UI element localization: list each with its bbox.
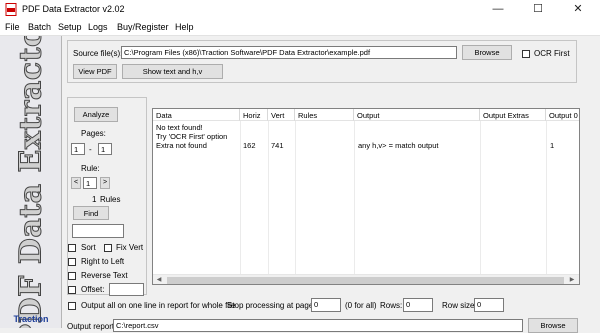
table-cell: any h,v> = match output	[358, 141, 439, 150]
column-header-data[interactable]: Data	[153, 109, 240, 121]
offset-label: Offset:	[81, 285, 105, 294]
rule-prev-button[interactable]: <	[71, 177, 81, 189]
maximize-button[interactable]: ☐	[518, 0, 558, 19]
table-cell: 741	[271, 141, 284, 150]
show-text-button[interactable]: Show text and h,v	[122, 64, 223, 79]
menu-help[interactable]: Help	[175, 22, 194, 32]
column-header-output-extras[interactable]: Output Extras	[480, 109, 546, 121]
rules-label: Rules	[100, 195, 121, 204]
window-title: PDF Data Extractor v2.02	[22, 4, 125, 14]
pages-label: Pages:	[81, 129, 106, 138]
menu-logs[interactable]: Logs	[88, 22, 108, 32]
fix-vert-checkbox[interactable]	[104, 244, 112, 252]
menu-batch[interactable]: Batch	[28, 22, 51, 32]
stop-page-input[interactable]: 0	[311, 298, 341, 312]
column-header-output[interactable]: Output	[354, 109, 480, 121]
output-all-checkbox[interactable]	[68, 302, 76, 310]
column-header-output-0[interactable]: Output 0	[546, 109, 579, 121]
browse-output-button[interactable]: Browse	[528, 318, 578, 333]
rows-label: Rows:	[380, 301, 403, 310]
find-button[interactable]: Find	[73, 206, 109, 220]
rule-next-button[interactable]: >	[100, 177, 110, 189]
column-header-vert[interactable]: Vert	[268, 109, 295, 121]
results-table[interactable]: Data Horiz Vert Rules Output Output Extr…	[152, 108, 580, 285]
rule-label: Rule:	[81, 164, 100, 173]
for-all-hint: (0 for all)	[345, 301, 377, 310]
output-report-input[interactable]: C:\report.csv	[113, 319, 523, 332]
view-pdf-button[interactable]: View PDF	[73, 64, 117, 79]
close-button[interactable]: ✕	[558, 0, 598, 19]
ocr-first-checkbox[interactable]	[522, 50, 530, 58]
pdf-app-icon	[5, 3, 17, 16]
output-report-label: Output report:	[67, 322, 117, 331]
title-bar: PDF Data Extractor v2.02 — ☐ ✕	[0, 0, 600, 19]
reverse-text-label: Reverse Text	[81, 271, 128, 280]
page-range-separator: -	[89, 145, 92, 154]
table-row[interactable]: Extra not found 162 741 any h,v> = match…	[153, 140, 579, 150]
source-label: Source file(s):	[73, 49, 123, 58]
brand-label: Traction	[13, 314, 49, 324]
sidebar-banner: PDF Data Extractor 2	[0, 36, 62, 328]
ocr-first-label: OCR First	[534, 49, 570, 58]
sidebar-logo-text: PDF Data Extractor 2	[13, 36, 49, 328]
sort-label: Sort	[81, 243, 96, 252]
scroll-left-icon[interactable]: ◀	[154, 276, 164, 284]
horizontal-scrollbar[interactable]: ◀ ▶	[153, 274, 579, 284]
source-file-input[interactable]: C:\Program Files (x86)\Traction Software…	[121, 46, 457, 59]
fix-vert-label: Fix Vert	[116, 243, 144, 252]
table-cell: 162	[243, 141, 256, 150]
right-to-left-checkbox[interactable]	[68, 258, 76, 266]
menu-setup[interactable]: Setup	[58, 22, 82, 32]
offset-checkbox[interactable]	[68, 286, 76, 294]
rules-count: 1	[92, 195, 97, 204]
page-from-input[interactable]: 1	[71, 143, 85, 155]
right-to-left-label: Right to Left	[81, 257, 125, 266]
menu-buy-register[interactable]: Buy/Register	[117, 22, 169, 32]
column-header-horiz[interactable]: Horiz	[240, 109, 268, 121]
reverse-text-checkbox[interactable]	[68, 272, 76, 280]
table-cell: 1	[550, 141, 555, 150]
page-to-input[interactable]: 1	[98, 143, 112, 155]
stop-processing-label: Stop processing at page:	[227, 301, 316, 310]
scroll-right-icon[interactable]: ▶	[567, 276, 577, 284]
rows-input[interactable]: 0	[403, 298, 433, 312]
row-size-label: Row size:	[442, 301, 477, 310]
output-all-label: Output all on one line in report for who…	[81, 301, 236, 310]
column-header-rules[interactable]: Rules	[295, 109, 354, 121]
offset-input[interactable]	[109, 283, 144, 296]
row-size-input[interactable]: 0	[474, 298, 504, 312]
menu-bar: File Batch Setup Logs Buy/Register Help	[0, 19, 600, 36]
menu-file[interactable]: File	[5, 22, 20, 32]
find-input[interactable]	[72, 224, 124, 238]
table-cell: Extra not found	[156, 141, 207, 150]
minimize-button[interactable]: —	[478, 0, 518, 19]
rule-input[interactable]: 1	[83, 177, 97, 189]
sort-checkbox[interactable]	[68, 244, 76, 252]
analyze-button[interactable]: Analyze	[74, 107, 118, 122]
scrollbar-thumb[interactable]	[167, 277, 564, 284]
browse-source-button[interactable]: Browse	[462, 45, 512, 60]
